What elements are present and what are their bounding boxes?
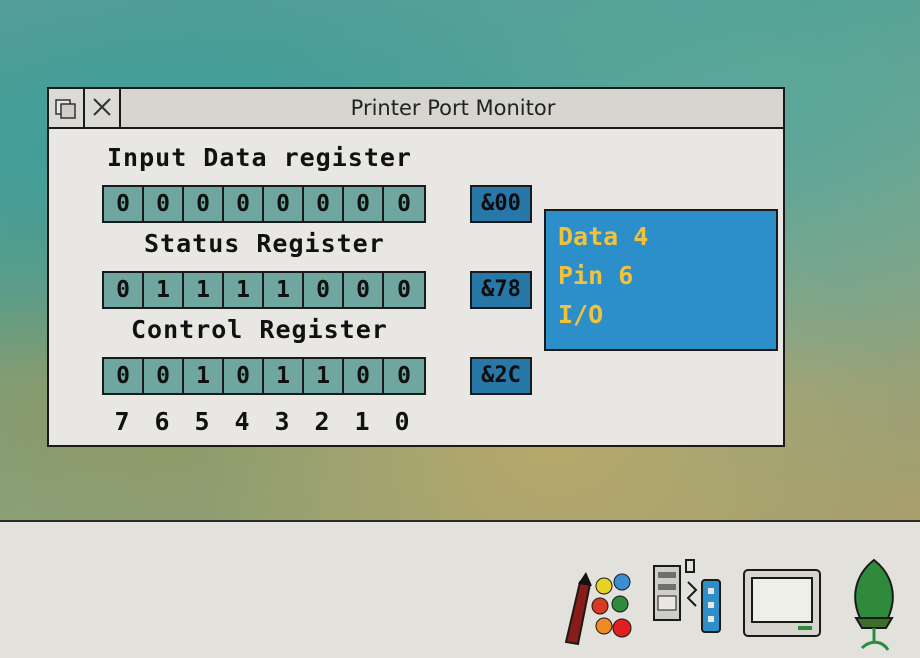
bit-number: 5: [194, 407, 210, 436]
bit-number-row: 7 6 5 4 3 2 1 0: [102, 407, 422, 436]
bit-cell: 0: [344, 187, 384, 221]
pin-info-box: Data 4 Pin 6 I/O: [544, 209, 778, 351]
bit-number: 0: [394, 407, 410, 436]
bit-number: 4: [234, 407, 250, 436]
bit-number: 3: [274, 407, 290, 436]
icon-bar: [0, 520, 920, 658]
acorn-icon[interactable]: [842, 556, 906, 654]
bit-cell: 0: [104, 359, 144, 393]
bit-cell: 1: [264, 359, 304, 393]
bit-cell: 0: [224, 359, 264, 393]
pin-info-pin: Pin 6: [558, 261, 634, 290]
status-register-hex-value: &78: [470, 271, 532, 309]
bit-cell: 0: [144, 359, 184, 393]
control-register-label: Control Register: [131, 315, 388, 344]
input-data-hex-value: &00: [470, 185, 532, 223]
bit-number: 2: [314, 407, 330, 436]
bit-cell: 1: [264, 273, 304, 307]
bit-number: 7: [114, 407, 130, 436]
pin-info-direction: I/O: [558, 300, 604, 329]
printer-port-monitor-window: Printer Port Monitor Input Data register…: [47, 87, 785, 447]
bit-cell: 0: [397, 191, 411, 217]
title-bar[interactable]: Printer Port Monitor: [49, 89, 783, 129]
bit-cell: 0: [397, 363, 411, 389]
status-register-label: Status Register: [144, 229, 385, 258]
pin-info-data: Data 4: [558, 222, 649, 251]
input-data-register-label: Input Data register: [107, 143, 412, 172]
status-register-bits: 0 1 1 1 1 0 0 0: [102, 271, 426, 309]
bit-cell: 0: [304, 273, 344, 307]
palette-icon[interactable]: [560, 564, 634, 656]
bit-cell: 1: [144, 273, 184, 307]
back-button[interactable]: [49, 89, 85, 127]
window-title: Printer Port Monitor: [350, 96, 556, 120]
bit-cell: 0: [144, 187, 184, 221]
bit-cell: 1: [224, 273, 264, 307]
bit-cell: 0: [397, 277, 411, 303]
control-register-bits: 0 0 1 0 1 1 0 0: [102, 357, 426, 395]
bit-cell: 0: [104, 187, 144, 221]
back-icon: [55, 99, 76, 119]
input-data-bits: 0 0 0 0 0 0 0 0: [102, 185, 426, 223]
bit-cell: 0: [104, 273, 144, 307]
bit-cell: 0: [344, 359, 384, 393]
bit-cell: 0: [264, 187, 304, 221]
bit-number: 1: [354, 407, 370, 436]
bit-cell: 0: [224, 187, 264, 221]
bit-cell: 1: [304, 359, 344, 393]
bit-number: 6: [154, 407, 170, 436]
close-button[interactable]: [85, 89, 121, 127]
bit-cell: 0: [184, 187, 224, 221]
bit-cell: 0: [344, 273, 384, 307]
display-icon[interactable]: [740, 566, 824, 644]
bit-cell: 1: [184, 273, 224, 307]
bit-cell: 0: [304, 187, 344, 221]
close-icon: [93, 98, 111, 116]
control-register-hex-value: &2C: [470, 357, 532, 395]
bit-cell: 1: [184, 359, 224, 393]
printer-port-icon[interactable]: [650, 558, 728, 644]
